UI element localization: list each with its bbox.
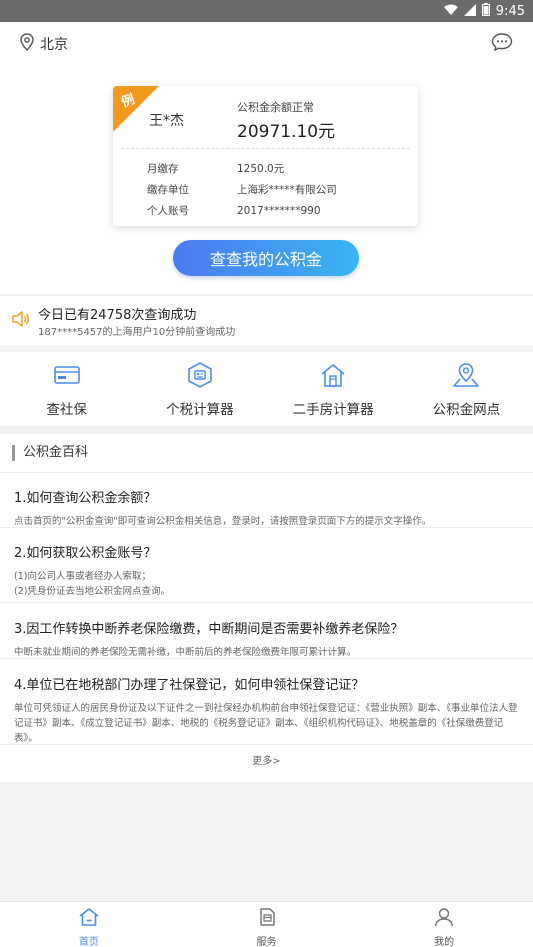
query-notice: 今日已有24758次查询成功 187****5457的上海用户10分钟前查询成功: [0, 295, 533, 345]
wiki-answer: (1)向公司人事或者经办人索取； (2)凭身份证去当地公积金网点查询。: [14, 569, 524, 599]
card-row-account: 个人账号 2017*******990: [147, 203, 321, 218]
city-selector[interactable]: 北京: [20, 33, 68, 55]
row-key: 缴存单位: [147, 184, 189, 196]
home-icon: [78, 907, 100, 931]
row-key: 个人账号: [147, 205, 189, 217]
wiki-item-4[interactable]: 4.单位已在地税部门办理了社保登记，如何申领社保登记证？ 单位可凭领证人的居民身…: [14, 674, 524, 746]
wiki-question: 2.如何获取公积金账号？: [14, 546, 157, 561]
service-label: 二手房计算器: [292, 402, 374, 418]
tab-label: 我的: [434, 937, 455, 947]
signal-icon: [463, 3, 476, 20]
row-value: 上海彩*****有限公司: [237, 184, 337, 196]
divider: [0, 527, 533, 528]
bottom-tab-bar: 首页 服务 我的: [0, 901, 533, 947]
service-house-calculator[interactable]: 二手房计算器: [267, 352, 400, 426]
card-row-employer: 缴存单位 上海彩*****有限公司: [147, 182, 337, 197]
fund-summary-section: 例 王*杰 公积金余额正常 20971.10元 月缴存 1250.0元 缴存单位上…: [0, 64, 533, 294]
status-bar: 9:45: [0, 0, 533, 22]
wiki-answer-line: (1)向公司人事或者经办人索取；: [14, 571, 151, 582]
wiki-question: 1.如何查询公积金余额？: [14, 491, 157, 506]
row-value: 1250.0元: [237, 163, 285, 175]
service-tax-calculator[interactable]: 个税计算器: [133, 352, 266, 426]
notice-detail: 187****5457的上海用户10分钟前查询成功: [38, 327, 236, 338]
balance-amount: 20971.10元: [237, 122, 336, 142]
house-icon: [319, 362, 347, 392]
divider: [0, 744, 533, 745]
service-label: 个税计算器: [166, 402, 234, 418]
divider: [0, 602, 533, 603]
query-fund-button[interactable]: 查查我的公积金: [173, 240, 359, 276]
service-fund-outlets[interactable]: 公积金网点: [400, 352, 533, 426]
account-holder-name: 王*杰: [149, 113, 184, 129]
card-row-monthly: 月缴存 1250.0元: [147, 161, 284, 176]
city-label: 北京: [40, 37, 68, 53]
message-icon[interactable]: [491, 32, 513, 56]
fund-wiki-section: 公积金百科 1.如何查询公积金余额？ 点击首页的"公积金查询"即可查询公积金相关…: [0, 434, 533, 782]
speaker-icon: [12, 311, 30, 331]
notice-headline: 今日已有24758次查询成功: [38, 308, 197, 323]
top-header: 北京: [0, 22, 533, 64]
row-key: 月缴存: [147, 163, 179, 175]
tab-home[interactable]: 首页: [0, 902, 178, 947]
service-label: 公积金网点: [432, 402, 501, 418]
more-link[interactable]: 更多>: [0, 752, 533, 767]
tab-mine[interactable]: 我的: [355, 902, 533, 947]
sample-fund-card[interactable]: 例 王*杰 公积金余额正常 20971.10元 月缴存 1250.0元 缴存单位上…: [113, 86, 418, 226]
user-icon: [433, 907, 455, 931]
divider: [0, 658, 533, 659]
tab-label: 首页: [78, 937, 99, 947]
divider: [0, 472, 533, 473]
battery-icon: [481, 3, 490, 20]
location-icon: [452, 362, 480, 392]
wiki-item-2[interactable]: 2.如何获取公积金账号？ (1)向公司人事或者经办人索取； (2)凭身份证去当地…: [14, 542, 524, 599]
card-divider: [121, 148, 410, 149]
location-pin-icon: [20, 33, 34, 55]
wiki-question: 4.单位已在地税部门办理了社保登记，如何申领社保登记证？: [14, 678, 365, 693]
tab-label: 服务: [256, 937, 277, 947]
balance-status: 公积金余额正常: [237, 101, 314, 114]
service-label: 查社保: [46, 402, 87, 418]
service-grid: 查社保 个税计算器 二手房计算器 公积金网点: [0, 352, 533, 426]
tax-icon: [186, 362, 214, 392]
wiki-item-3[interactable]: 3.因工作转换中断养老保险缴费，中断期间是否需要补缴养老保险？ 中断未就业期间的…: [14, 618, 524, 660]
tab-services[interactable]: 服务: [178, 902, 356, 947]
wifi-icon: [443, 4, 458, 20]
wiki-answer: 单位可凭领证人的居民身份证及以下证件之一到社保经办机构前台申领社保登记证：《营业…: [14, 703, 518, 744]
wiki-question: 3.因工作转换中断养老保险缴费，中断期间是否需要补缴养老保险？: [14, 622, 404, 637]
row-value: 2017*******990: [237, 205, 321, 217]
services-icon: [256, 907, 278, 931]
status-time: 9:45: [495, 4, 525, 19]
wiki-item-1[interactable]: 1.如何查询公积金余额？ 点击首页的"公积金查询"即可查询公积金相关信息，登录时…: [14, 487, 524, 529]
section-title: 公积金百科: [12, 445, 88, 461]
wiki-answer-line: (2)凭身份证去当地公积金网点查询。: [14, 586, 170, 597]
card-icon: [53, 362, 81, 392]
service-social-security[interactable]: 查社保: [0, 352, 133, 426]
